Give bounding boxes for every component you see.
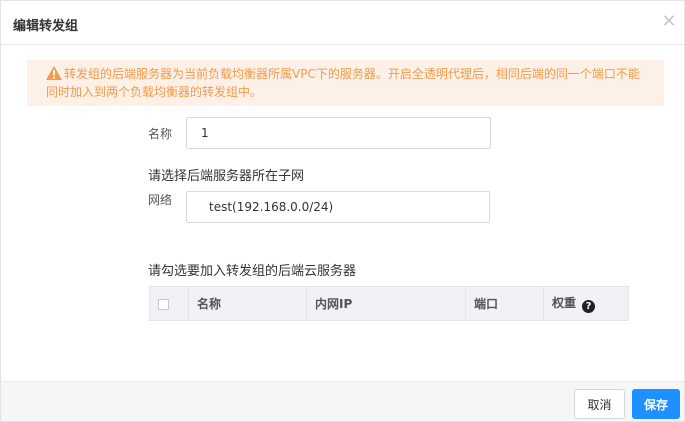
table-header-row: 名称 内网IP 端口 权重? — [149, 286, 629, 321]
name-input-value: 1 — [201, 126, 209, 140]
network-label: 网络 — [148, 193, 173, 207]
save-button[interactable]: 保存 — [632, 389, 680, 419]
network-select-value: test(192.168.0.0/24) — [209, 200, 334, 214]
column-header-port: 端口 — [465, 286, 544, 321]
column-header-name: 名称 — [188, 286, 307, 321]
network-select[interactable]: test(192.168.0.0/24) — [186, 191, 490, 223]
dialog-title: 编辑转发组 — [13, 19, 79, 34]
dialog-footer: 取消 保存 — [1, 381, 684, 421]
select-all-checkbox[interactable] — [158, 298, 169, 310]
warning-text-line2: 同时加入到两个负载均衡器的转发组中。 — [46, 85, 263, 99]
warning-banner: 转发组的后端服务器为当前负载均衡器所属VPC下的服务器。开启全透明代理后，相同后… — [27, 60, 664, 106]
servers-section-title: 请勾选要加入转发组的后端云服务器 — [148, 264, 357, 279]
weight-header-label: 权重 — [552, 296, 577, 310]
warning-triangle-icon — [46, 66, 62, 80]
warning-text-line1: 转发组的后端服务器为当前负载均衡器所属VPC下的服务器。开启全透明代理后，相同后… — [64, 67, 640, 81]
subnet-section-title: 请选择后端服务器所在子网 — [148, 169, 305, 184]
column-header-weight: 权重? — [543, 286, 629, 321]
close-icon[interactable]: ✕ — [660, 13, 678, 31]
cancel-button[interactable]: 取消 — [574, 389, 625, 419]
edit-forward-group-dialog: 编辑转发组 ✕ 转发组的后端服务器为当前负载均衡器所属VPC下的服务器。开启全透… — [0, 0, 685, 422]
question-circle-icon[interactable]: ? — [582, 300, 596, 313]
dialog-header: 编辑转发组 ✕ — [1, 1, 684, 45]
column-header-private-ip: 内网IP — [306, 286, 466, 321]
servers-table: 名称 内网IP 端口 权重? — [149, 286, 629, 321]
name-label: 名称 — [148, 127, 173, 141]
select-all-cell — [149, 286, 189, 321]
name-input[interactable]: 1 — [186, 117, 491, 149]
